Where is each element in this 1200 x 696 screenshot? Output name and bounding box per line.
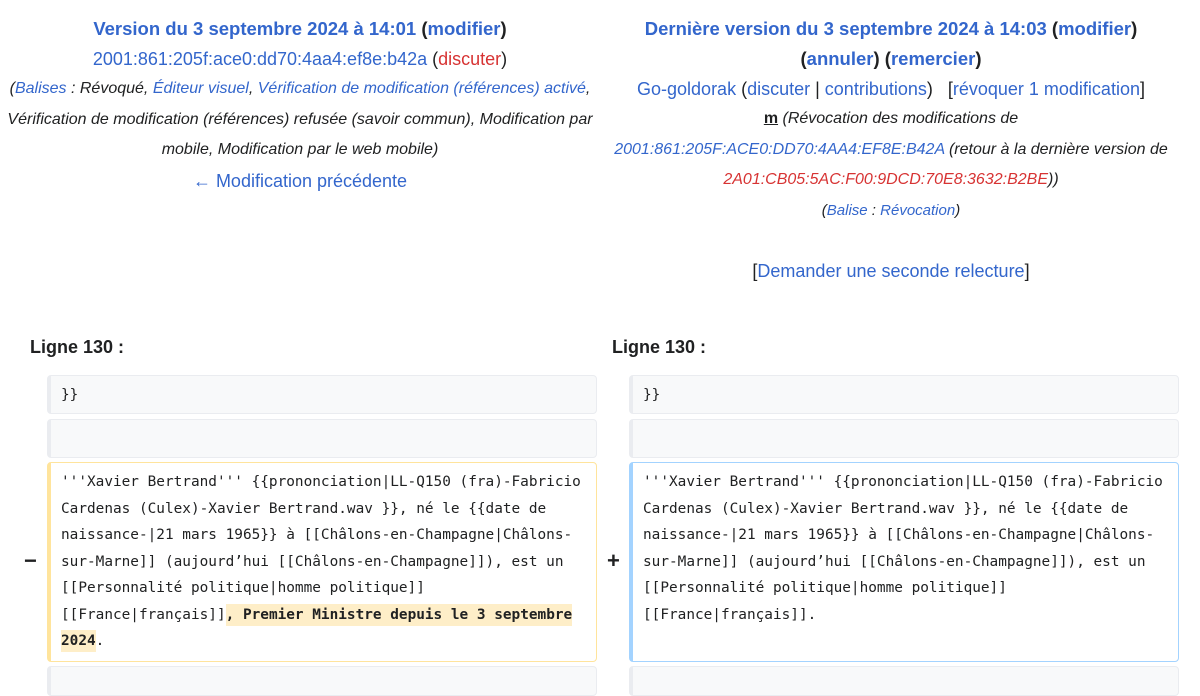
undo-link[interactable]: annuler [807,48,874,69]
tag-reference-check[interactable]: Vérification de modification (références… [258,80,586,97]
new-tag-label-link[interactable]: Balise [827,202,868,219]
new-user-link[interactable]: Go-goldorak [637,79,736,99]
previous-edit-link[interactable]: ← Modification précédente [193,171,407,191]
new-revision-link[interactable]: Dernière version du 3 septembre 2024 à 1… [645,18,1047,39]
summary-text-1: (Révocation des modifications de [782,110,1019,127]
new-revision-user: Go-goldorak (discuter | contributions) [… [637,79,1145,99]
rollback-link[interactable]: révoquer 1 modification [953,79,1140,99]
added-line: '''Xavier Bertrand''' {{prononciation|LL… [629,462,1179,662]
tag-revocation[interactable]: Révocation [880,202,955,219]
old-user-link[interactable]: 2001:861:205f:ace0:dd70:4aa4:ef8e:b42a [93,49,427,69]
added-end-dot: . [807,606,817,623]
second-review-link[interactable]: Demander une seconde relecture [757,261,1024,281]
old-line-number: Ligne 130 : [30,337,125,357]
prev-edit-row: ← Modification précédente [0,166,600,196]
summary-ip-link[interactable]: 2001:861:205F:ACE0:DD70:4AA4:EF8E:B42A [614,141,944,158]
old-revision-title: Version du 3 septembre 2024 à 14:01 (mod… [93,18,507,39]
new-revision-title: Dernière version du 3 septembre 2024 à 1… [644,18,1138,39]
contribs-link[interactable]: contributions [825,79,927,99]
new-revision-tags: (Balise : Révocation) [821,201,961,219]
new-context-line-2 [629,419,1179,458]
minor-edit-flag: m [763,110,779,127]
tag-visual-editor[interactable]: Éditeur visuel [153,80,249,97]
tag-reference-refused: Vérification de modification (références… [7,110,471,128]
tag-mobile-web-edit: Modification par le web mobile [217,141,433,158]
old-revision-tags: (Balises : Révoqué, Éditeur visuel, Véri… [7,80,593,158]
deleted-line: '''Xavier Bertrand''' {{prononciation|LL… [47,462,597,662]
new-context-line-1: }} [629,375,1179,414]
new-revision-actions: (annuler) (remercier) [800,48,982,69]
summary-text-3: )) [1047,171,1059,188]
old-modify-link[interactable]: modifier [428,18,501,39]
summary-text-2: (retour à la dernière version de [948,140,1168,158]
new-revision-header: Dernière version du 3 septembre 2024 à 1… [582,14,1200,286]
added-common-text: '''Xavier Bertrand''' {{prononciation|LL… [643,474,1163,623]
deleted-end-dot: . [95,633,105,649]
new-modify-link[interactable]: modifier [1058,18,1131,39]
new-talk-link[interactable]: discuter [747,79,810,99]
deleted-line-marker: − [24,548,37,573]
summary-ip2-link[interactable]: 2A01:CB05:5AC:F00:9DCD:70E8:3632:B2BE [723,171,1048,188]
tag-revoked: Révoqué [79,80,144,97]
old-revision-link[interactable]: Version du 3 septembre 2024 à 14:01 [93,18,416,39]
new-line-number: Ligne 130 : [612,337,707,357]
old-context-line-2 [47,419,597,458]
old-revision-header: Version du 3 septembre 2024 à 14:01 (mod… [0,14,600,196]
added-line-marker: + [607,548,620,573]
old-tags-label-link[interactable]: Balises [15,80,67,97]
second-review-row: [Demander une seconde relecture] [752,261,1030,281]
thank-link[interactable]: remercier [891,48,975,69]
edit-summary: m (Révocation des modifications de 2001:… [582,104,1200,196]
old-talk-link[interactable]: discuter [438,49,501,69]
old-revision-user: 2001:861:205f:ace0:dd70:4aa4:ef8e:b42a (… [92,49,508,69]
deleted-common-text: '''Xavier Bertrand''' {{prononciation|LL… [61,474,581,623]
old-context-line-1: }} [47,375,597,414]
